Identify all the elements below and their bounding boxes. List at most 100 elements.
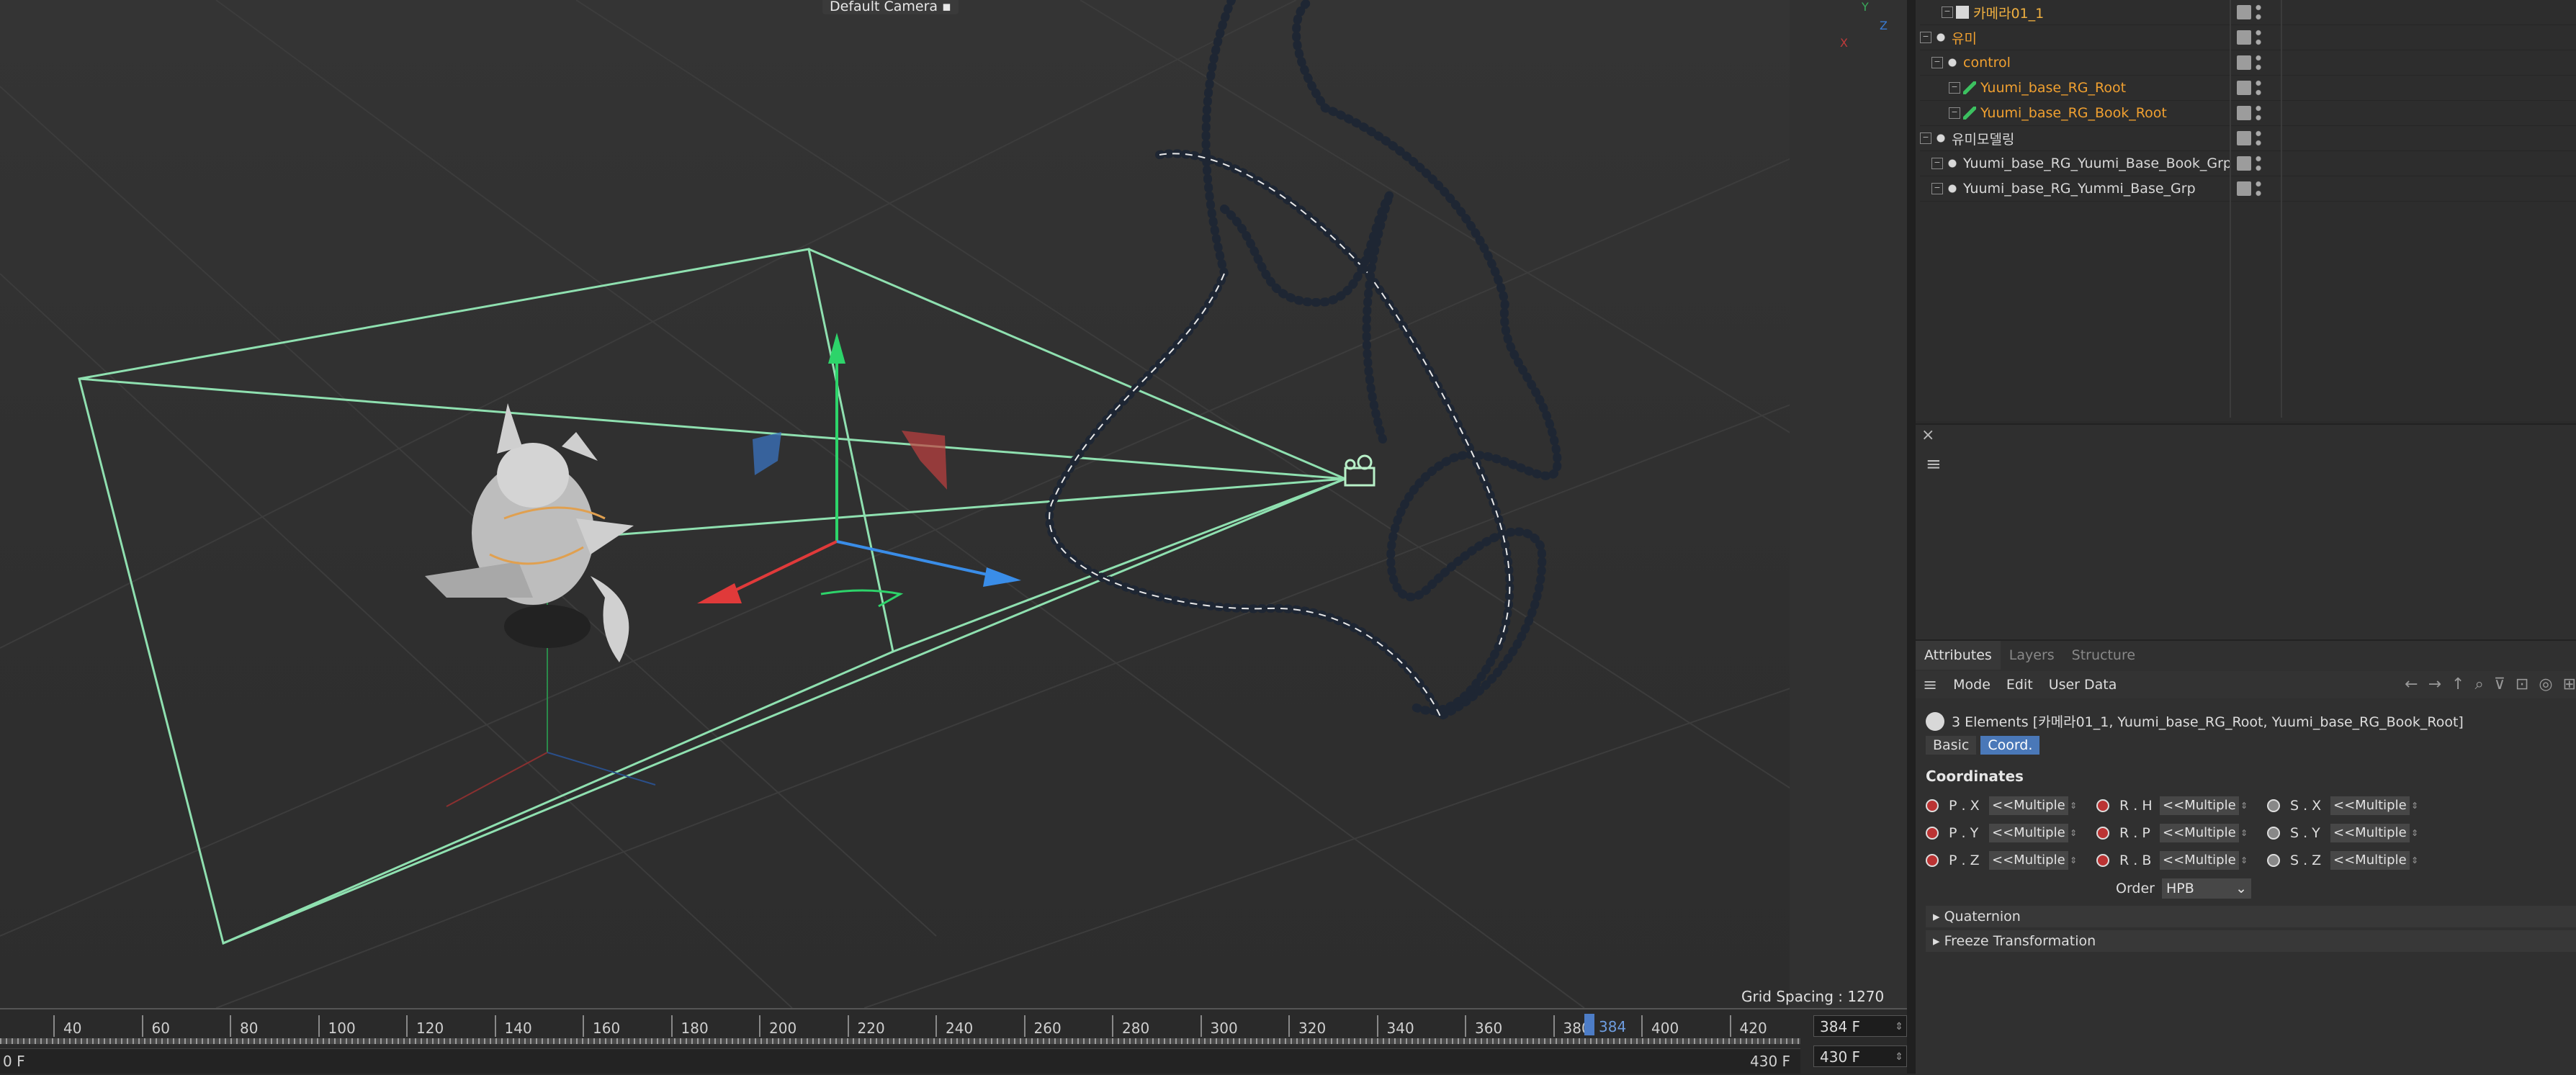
- menu-mode[interactable]: Mode: [1953, 677, 1991, 693]
- visibility-dots-icon[interactable]: [2256, 53, 2261, 72]
- close-icon[interactable]: ×: [1921, 426, 1934, 444]
- attribute-page-buttons: Basic Coord.: [1926, 736, 2040, 755]
- stepper-icon[interactable]: ⇕: [2411, 855, 2421, 865]
- keyframe-toggle-icon[interactable]: [2096, 827, 2109, 840]
- end-frame-stepper-icon[interactable]: ⇕: [1895, 1046, 1903, 1068]
- stepper-icon[interactable]: ⇕: [2240, 855, 2250, 865]
- keyframe-toggle-icon[interactable]: [2267, 827, 2280, 840]
- keyframe-toggle-icon[interactable]: [2267, 799, 2280, 812]
- expand-toggle-icon[interactable]: −: [1942, 6, 1953, 18]
- edit-tag-icon[interactable]: [2237, 30, 2251, 45]
- visibility-dots-icon[interactable]: [2256, 154, 2261, 173]
- keyframe-toggle-icon[interactable]: [1926, 827, 1939, 840]
- timeline-tick-label: 120: [416, 1020, 444, 1037]
- tab-layers[interactable]: Layers: [2001, 641, 2063, 670]
- timeline-tick: [494, 1015, 496, 1037]
- keyframe-toggle-icon[interactable]: [2267, 854, 2280, 867]
- keyframe-toggle-icon[interactable]: [2096, 799, 2109, 812]
- camera-dropdown-icon[interactable]: ▪: [942, 0, 951, 14]
- filter-icon[interactable]: ⊽: [2494, 671, 2505, 698]
- search-icon[interactable]: ⌕: [2474, 671, 2483, 698]
- keyframe-toggle-icon[interactable]: [1926, 799, 1939, 812]
- timeline[interactable]: 40 60 80 100 120 140 160 180 200 220 240 260 280 300 3…: [0, 1008, 1907, 1075]
- stepper-icon[interactable]: ⇕: [2240, 828, 2250, 838]
- menu-edit[interactable]: Edit: [2006, 677, 2033, 693]
- timeline-tick: [1112, 1015, 1113, 1037]
- current-frame-field[interactable]: 384 F ⇕: [1813, 1015, 1907, 1037]
- up-arrow-icon[interactable]: ↑: [2451, 671, 2464, 698]
- quaternion-section[interactable]: ▸ Quaternion: [1926, 906, 2576, 927]
- end-frame-field[interactable]: 430 F ⇕: [1813, 1045, 1907, 1067]
- basic-button[interactable]: Basic: [1926, 736, 1977, 755]
- expand-toggle-icon[interactable]: −: [1931, 57, 1943, 68]
- tab-attributes[interactable]: Attributes: [1916, 641, 2001, 670]
- panel-divider[interactable]: [1907, 0, 1916, 1074]
- attributes-menu-icon[interactable]: ≡: [1923, 675, 1937, 695]
- lock-icon[interactable]: ⊡: [2516, 671, 2528, 698]
- timeline-tick-label: 200: [769, 1020, 797, 1037]
- stepper-icon[interactable]: ⇕: [2411, 801, 2421, 811]
- stepper-icon[interactable]: ⇕: [2411, 828, 2421, 838]
- new-window-icon[interactable]: ⊞: [2563, 671, 2576, 698]
- edit-tag-icon[interactable]: [2237, 156, 2251, 171]
- visibility-dots-icon[interactable]: [2256, 78, 2261, 97]
- visibility-dots-icon[interactable]: [2256, 129, 2261, 148]
- frame-stepper-icon[interactable]: ⇕: [1895, 1016, 1903, 1038]
- order-value: HPB: [2166, 881, 2194, 896]
- stepper-icon[interactable]: ⇕: [2240, 801, 2250, 811]
- expand-toggle-icon[interactable]: −: [1931, 183, 1943, 194]
- order-label: Order: [2116, 881, 2155, 896]
- edit-tag-icon[interactable]: [2237, 106, 2251, 120]
- timeline-tick: [53, 1015, 55, 1037]
- coordinate-input[interactable]: <<Multiple: [2330, 796, 2410, 815]
- expand-toggle-icon[interactable]: −: [1931, 158, 1943, 169]
- visibility-dots-icon[interactable]: [2256, 179, 2261, 198]
- edit-tag-icon[interactable]: [2237, 55, 2251, 70]
- menu-user-data[interactable]: User Data: [2049, 677, 2117, 693]
- coordinate-input[interactable]: <<Multiple: [2330, 851, 2410, 870]
- stepper-icon[interactable]: ⇕: [2070, 855, 2080, 865]
- coordinate-input[interactable]: <<Multiple: [1989, 851, 2068, 870]
- timeline-tick: [1376, 1015, 1378, 1037]
- coord-button[interactable]: Coord.: [1980, 736, 2040, 755]
- freeze-transformation-section[interactable]: ▸ Freeze Transformation: [1926, 930, 2576, 952]
- order-select[interactable]: HPB ⌄: [2162, 878, 2251, 899]
- stepper-icon[interactable]: ⇕: [2070, 828, 2080, 838]
- visibility-dots-icon[interactable]: [2256, 28, 2261, 47]
- coordinate-input[interactable]: <<Multiple: [1989, 824, 2068, 842]
- camera-object[interactable]: [1344, 454, 1375, 487]
- range-bar[interactable]: [0, 1048, 1800, 1074]
- keyframe-toggle-icon[interactable]: [2096, 854, 2109, 867]
- camera-label[interactable]: Default Camera ▪: [822, 0, 959, 14]
- character-model[interactable]: [425, 403, 634, 662]
- visibility-dots-icon[interactable]: [2256, 3, 2261, 22]
- target-icon[interactable]: ◎: [2539, 671, 2552, 698]
- coordinate-input[interactable]: <<Multiple: [2160, 851, 2239, 870]
- edit-tag-icon[interactable]: [2237, 81, 2251, 95]
- back-arrow-icon[interactable]: ←: [2405, 671, 2418, 698]
- visibility-dots-icon[interactable]: [2256, 104, 2261, 122]
- keyframe-toggle-icon[interactable]: [1926, 854, 1939, 867]
- expand-toggle-icon[interactable]: −: [1920, 32, 1931, 43]
- expand-toggle-icon[interactable]: −: [1949, 107, 1960, 119]
- coordinate-cell: P . Y <<Multiple ⇕: [1926, 824, 2096, 842]
- menu-icon[interactable]: ≡: [1926, 454, 1942, 475]
- playhead[interactable]: [1584, 1014, 1594, 1035]
- expand-toggle-icon[interactable]: −: [1920, 132, 1931, 144]
- stepper-icon[interactable]: ⇕: [2070, 801, 2080, 811]
- forward-arrow-icon[interactable]: →: [2428, 671, 2441, 698]
- edit-tag-icon[interactable]: [2237, 5, 2251, 19]
- expand-toggle-icon[interactable]: −: [1949, 82, 1960, 94]
- coordinate-input[interactable]: <<Multiple: [2160, 824, 2239, 842]
- 3d-viewport[interactable]: Y X Z Default Camera ▪ Grid Spacing : 12…: [0, 0, 1907, 1008]
- attributes-manager[interactable]: Attributes Layers Structure ≡ Mode Edit …: [1916, 639, 2576, 1075]
- tab-structure[interactable]: Structure: [2063, 641, 2144, 670]
- coordinate-cell: P . Z <<Multiple ⇕: [1926, 851, 2096, 870]
- coordinate-input[interactable]: <<Multiple: [2160, 796, 2239, 815]
- edit-tag-icon[interactable]: [2237, 131, 2251, 145]
- edit-tag-icon[interactable]: [2237, 181, 2251, 196]
- move-gizmo[interactable]: [697, 333, 1021, 608]
- coordinate-input[interactable]: <<Multiple: [2330, 824, 2410, 842]
- coordinate-input[interactable]: <<Multiple: [1989, 796, 2068, 815]
- timeline-tick: [406, 1015, 408, 1037]
